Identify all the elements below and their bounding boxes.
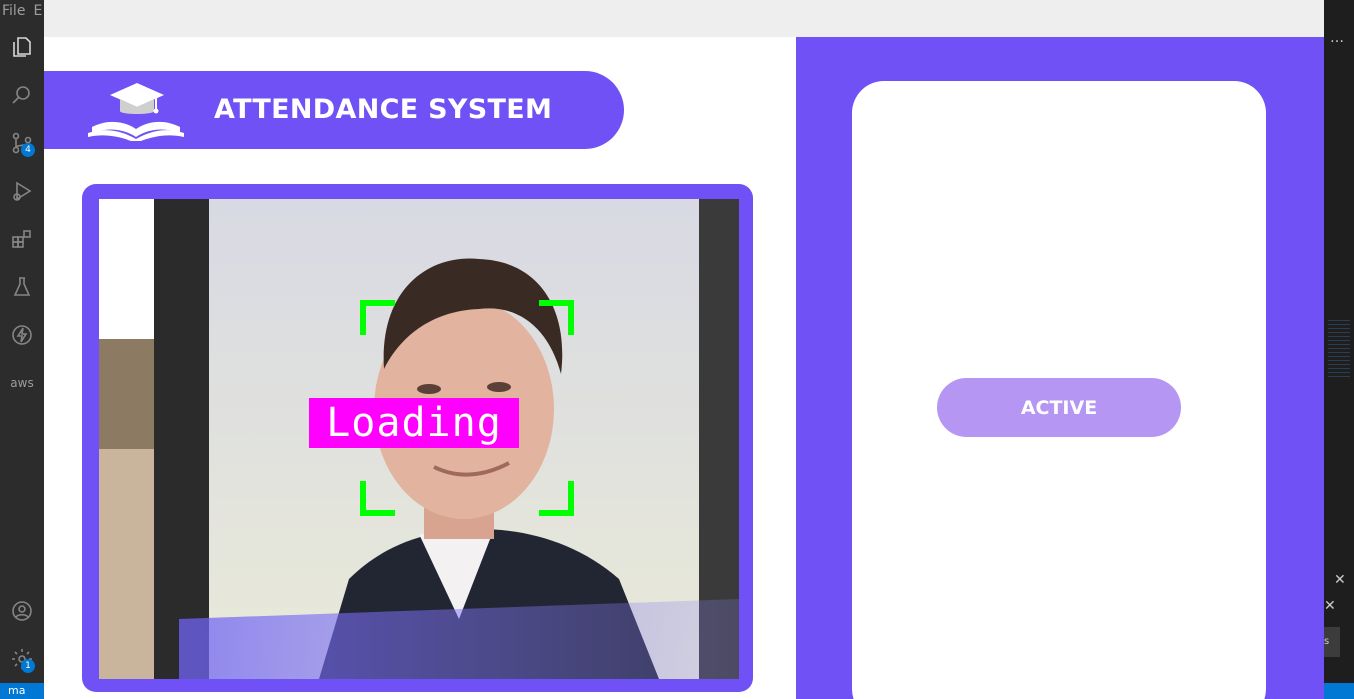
source-control-icon[interactable]: 4 bbox=[6, 127, 38, 159]
camera-frame: Loading bbox=[82, 184, 753, 692]
branch-status[interactable]: ma bbox=[0, 683, 44, 699]
notification-button[interactable]: s bbox=[1324, 627, 1340, 657]
close-icon[interactable]: ✕ bbox=[1334, 572, 1346, 588]
menu-edit[interactable]: E bbox=[33, 3, 42, 19]
editor-sliver: … ✕ ✕ s bbox=[1324, 0, 1354, 699]
search-icon[interactable] bbox=[6, 79, 38, 111]
app-title: ATTENDANCE SYSTEM bbox=[214, 94, 553, 125]
window-titlebar bbox=[44, 0, 1324, 37]
loading-label: Loading bbox=[309, 398, 519, 448]
attendance-app-window: ATTENDANCE SYSTEM Loading ACTIVE bbox=[44, 0, 1324, 699]
notification-button-label: s bbox=[1324, 636, 1330, 647]
right-panel: ACTIVE bbox=[796, 37, 1324, 699]
branch-label: ma bbox=[8, 684, 26, 697]
notifications-status[interactable] bbox=[1324, 683, 1354, 699]
extensions-icon[interactable] bbox=[6, 223, 38, 255]
camera-feed: Loading bbox=[99, 199, 739, 679]
settings-icon[interactable]: 1 bbox=[6, 643, 38, 675]
minimap bbox=[1328, 320, 1350, 380]
settings-badge: 1 bbox=[21, 659, 35, 673]
header-banner: ATTENDANCE SYSTEM bbox=[44, 71, 624, 149]
menu-bar: File E bbox=[0, 0, 44, 22]
more-actions-icon[interactable]: … bbox=[1330, 30, 1344, 46]
vscode-activity-bar: File E 4 aws 1 ma bbox=[0, 0, 44, 699]
aws-icon[interactable]: aws bbox=[6, 367, 38, 399]
menu-file[interactable]: File bbox=[2, 3, 25, 19]
account-icon[interactable] bbox=[6, 595, 38, 627]
source-control-badge: 4 bbox=[21, 143, 35, 157]
run-debug-icon[interactable] bbox=[6, 175, 38, 207]
info-card: ACTIVE bbox=[852, 81, 1266, 699]
aws-label: aws bbox=[10, 376, 34, 390]
testing-icon[interactable] bbox=[6, 271, 38, 303]
lightning-icon[interactable] bbox=[6, 319, 38, 351]
explorer-icon[interactable] bbox=[6, 31, 38, 63]
close-notification-icon[interactable]: ✕ bbox=[1324, 598, 1336, 614]
active-button[interactable]: ACTIVE bbox=[937, 378, 1181, 437]
graduation-book-icon bbox=[86, 81, 188, 143]
